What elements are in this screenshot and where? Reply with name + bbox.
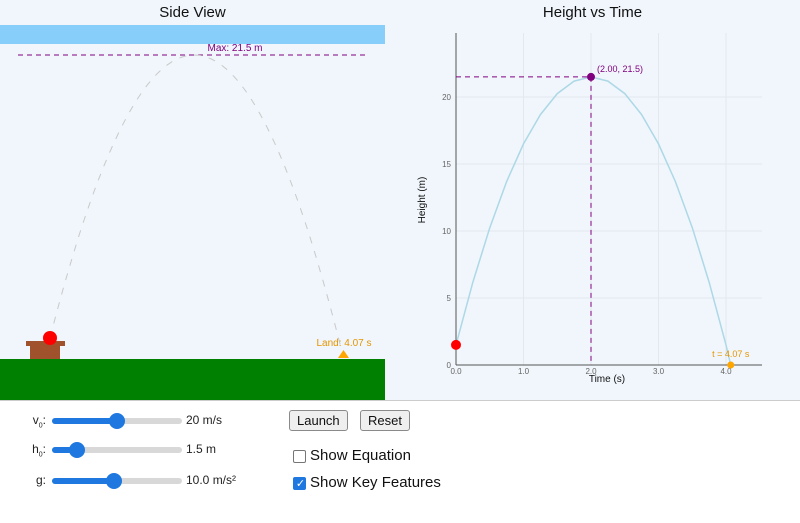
v0-slider[interactable] — [52, 409, 182, 433]
v0-label: v0: — [32, 413, 46, 430]
y-tick-label: 0 — [447, 361, 452, 370]
side-view-panel: Side View Max: 21.5 m Land: 4.07 s — [0, 0, 385, 400]
landing-marker — [338, 350, 349, 358]
x-tick-label: 0.0 — [450, 367, 462, 376]
y-axis-label: Height (m) — [417, 177, 428, 224]
landing-label: Land: 4.07 s — [316, 338, 371, 349]
v0-slider-thumb[interactable] — [109, 413, 125, 429]
checkmark-icon: ✓ — [295, 478, 306, 490]
height-curve — [455, 76, 732, 366]
show-key-features-checkbox[interactable]: ✓ — [293, 477, 306, 490]
h0-label: h0: — [32, 442, 46, 459]
projectile-ball — [43, 331, 57, 345]
max-height-label: Max: 21.5 m — [207, 43, 262, 54]
h0-value: 1.5 m — [186, 442, 217, 456]
y-tick-label: 5 — [447, 294, 452, 303]
graph-panel: Height vs Time 0.0 1.0 2.0 3.0 4.0 0 5 10 15 20 H… — [385, 0, 800, 400]
v0-value: 20 m/s — [186, 413, 223, 427]
height-time-chart: 0.0 1.0 2.0 3.0 4.005101520 Height (m) Time … — [417, 33, 762, 385]
x-tick-label: 3.0 — [653, 367, 665, 376]
launch-platform — [30, 346, 60, 359]
x-axis-label: Time (s) — [589, 374, 625, 385]
h0-slider[interactable] — [52, 438, 182, 462]
show-equation-label: Show Equation — [310, 447, 411, 464]
x-tick-label: 1.0 — [518, 367, 530, 376]
sky-bar — [0, 25, 385, 44]
show-equation-checkbox[interactable] — [293, 450, 306, 463]
y-tick-label: 20 — [442, 93, 451, 102]
start-point — [451, 339, 461, 350]
ground — [0, 359, 385, 400]
launch-button[interactable]: Launch — [289, 410, 348, 431]
y-tick-label: 15 — [442, 160, 451, 169]
g-value: 10.0 m/s² — [186, 473, 237, 487]
side-view-canvas: Max: 21.5 m Land: 4.07 s — [0, 25, 385, 400]
g-slider-thumb[interactable] — [106, 473, 122, 489]
landing-point — [727, 361, 735, 369]
peak-point — [587, 72, 595, 81]
h0-slider-thumb[interactable] — [69, 442, 86, 458]
controls-panel: v0: 20 m/s h0: 1.5 m g: 10.0 m/s² Launch… — [0, 400, 800, 523]
g-label: g: — [35, 473, 46, 487]
reset-button[interactable]: Reset — [360, 410, 410, 431]
peak-point-label: (2.00, 21.5) — [597, 64, 643, 74]
y-tick-label: 10 — [442, 227, 451, 236]
show-key-features-label: Show Key Features — [310, 474, 441, 491]
g-slider[interactable] — [52, 469, 182, 493]
landing-point-label: t = 4.07 s — [712, 349, 750, 359]
trajectory-path — [49, 54, 344, 358]
